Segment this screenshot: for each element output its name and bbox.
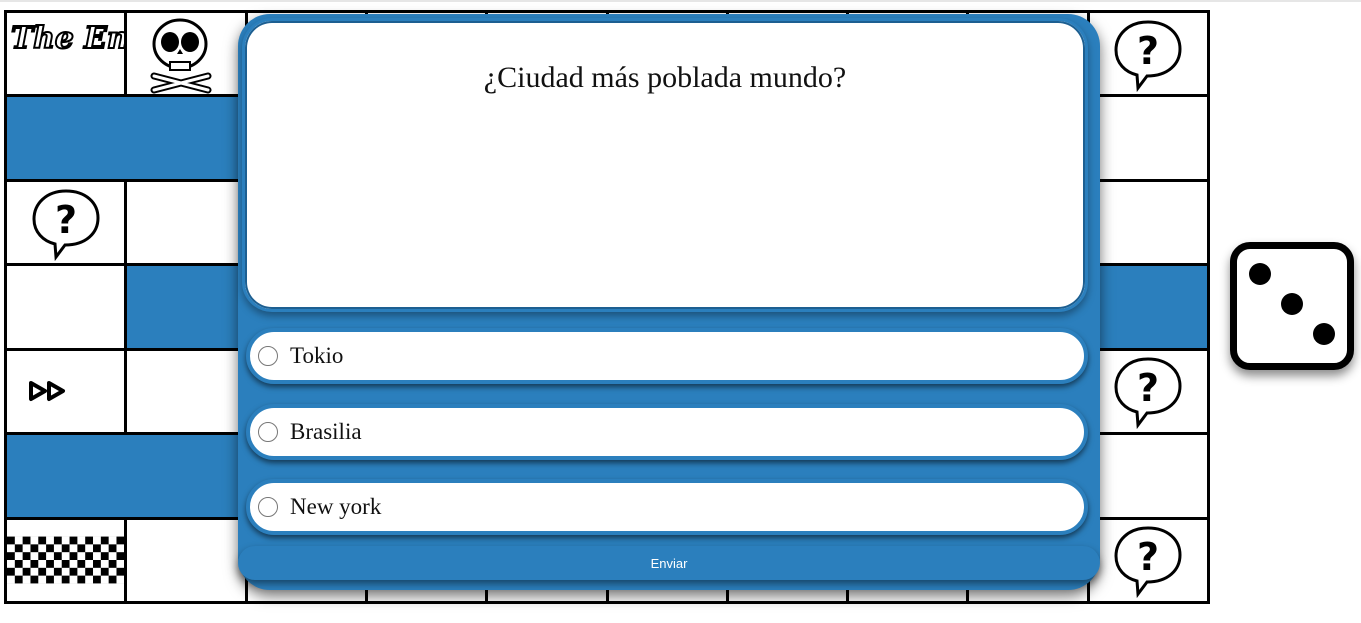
board-path-segment — [1089, 266, 1207, 348]
dice-button[interactable] — [1230, 242, 1354, 370]
board-tile-start — [7, 519, 125, 601]
quiz-modal: ¿Ciudad más poblada mundo? Tokio Brasili… — [238, 14, 1100, 590]
submit-button[interactable]: Enviar — [238, 546, 1100, 580]
board-tile — [1089, 97, 1207, 179]
svg-text:?: ? — [1137, 29, 1159, 73]
question-bubble-icon: ? — [1114, 526, 1182, 599]
answer-option-new-york[interactable]: New york — [246, 479, 1088, 535]
answer-label: New york — [290, 494, 382, 519]
skull-icon — [150, 18, 212, 94]
answer-label: Tokio — [290, 343, 344, 368]
board-tile-finish: The End — [7, 13, 125, 95]
question-panel: ¿Ciudad más poblada mundo? — [242, 18, 1088, 312]
board-tile — [1089, 181, 1207, 264]
answer-option-brasilia[interactable]: Brasilia — [246, 404, 1088, 460]
board-tile — [127, 181, 245, 264]
board-path-segment — [7, 97, 245, 179]
board-tile-question: ? — [1089, 350, 1207, 433]
dice-pip — [1281, 293, 1303, 315]
fast-forward-icon — [28, 381, 65, 402]
checkered-flag-icon — [7, 536, 125, 584]
board-tile-question: ? — [1089, 519, 1207, 601]
radio-button[interactable] — [258, 346, 278, 366]
question-bubble-icon: ? — [1114, 20, 1182, 92]
board-tile — [1089, 435, 1207, 517]
board-tile-question: ? — [7, 181, 125, 264]
dice-pip — [1249, 263, 1271, 285]
board-path-segment — [7, 435, 245, 517]
finish-label: The End — [11, 21, 124, 56]
board-tile-fast-forward — [7, 350, 125, 433]
svg-text:?: ? — [55, 198, 77, 242]
board-tile — [7, 266, 125, 348]
svg-text:?: ? — [1137, 366, 1159, 410]
question-bubble-icon: ? — [32, 189, 100, 261]
board-tile-question: ? — [1089, 13, 1207, 95]
question-text: ¿Ciudad más poblada mundo? — [483, 61, 847, 94]
dice-pip — [1313, 323, 1335, 345]
board-tile — [127, 519, 245, 601]
board-path-segment — [127, 266, 245, 348]
board-tile — [127, 350, 245, 433]
top-border — [0, 0, 1361, 2]
answer-label: Brasilia — [290, 419, 362, 444]
question-bubble-icon: ? — [1114, 357, 1182, 430]
radio-button[interactable] — [258, 422, 278, 442]
radio-button[interactable] — [258, 497, 278, 517]
answer-option-tokio[interactable]: Tokio — [246, 328, 1088, 384]
svg-text:?: ? — [1137, 535, 1159, 579]
board-tile-skull — [127, 13, 245, 95]
